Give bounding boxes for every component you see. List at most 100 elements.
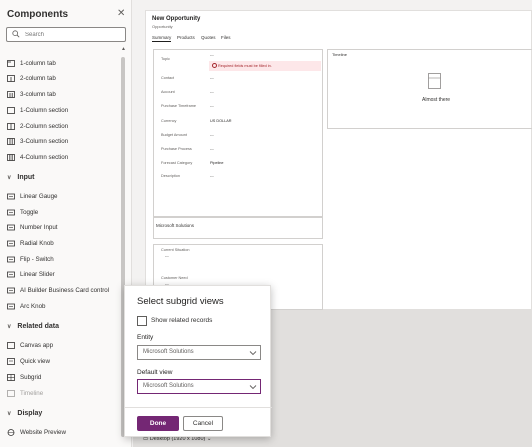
control-icon <box>7 303 15 309</box>
chevron-down-icon: ∨ <box>7 174 12 181</box>
pane-title: Components <box>7 9 69 20</box>
globe-icon <box>7 428 15 436</box>
tab-products[interactable]: Products <box>177 35 195 40</box>
component-item[interactable]: Flip - Switch <box>7 253 54 265</box>
related-data-section-header[interactable]: ∨ Related data <box>7 320 59 332</box>
field-value[interactable]: --- <box>210 76 214 80</box>
input-section-header[interactable]: ∨ Input <box>7 171 35 183</box>
section-title: Microsoft Solutions <box>156 223 195 228</box>
cancel-button[interactable]: Cancel <box>183 416 223 431</box>
summary-section[interactable]: --- Topic Required fields must be filled… <box>153 49 323 217</box>
field-value[interactable]: --- <box>210 104 214 108</box>
chevron-down-icon: ∨ <box>7 323 12 330</box>
component-item: Timeline <box>7 387 43 399</box>
field-label: Description <box>161 174 180 178</box>
field-value[interactable]: --- <box>210 133 214 137</box>
canvas-app-icon <box>7 341 15 349</box>
control-icon <box>7 240 15 246</box>
field-value[interactable]: Pipeline <box>210 161 224 165</box>
component-label: 3-Column section <box>20 137 69 145</box>
done-button[interactable]: Done <box>137 416 179 431</box>
component-label: 3-column tab <box>20 90 56 98</box>
entity-label: Entity <box>137 334 154 341</box>
timeline-icon <box>7 389 15 397</box>
field-label: Current Situation <box>161 248 190 252</box>
control-icon <box>7 193 15 199</box>
select-subgrid-views-dialog: Select subgrid views Show related record… <box>124 285 272 437</box>
default-view-dropdown[interactable]: Microsoft Solutions <box>137 379 261 394</box>
component-item[interactable]: Linear Slider <box>7 268 55 280</box>
component-item[interactable]: Website Preview <box>7 426 66 438</box>
section-2col-icon <box>7 122 15 130</box>
tab-summary[interactable]: Summary <box>152 35 172 42</box>
component-item[interactable]: 3-Column section <box>7 135 68 147</box>
component-item[interactable]: Arc Knob <box>7 300 45 312</box>
component-item[interactable]: 2-Column section <box>7 120 68 132</box>
error-text: Required fields must be filled in. <box>218 64 272 68</box>
component-item[interactable]: Linear Gauge <box>7 190 58 202</box>
component-item[interactable]: Quick view <box>7 355 50 367</box>
control-icon <box>7 287 15 293</box>
field-value[interactable]: US DOLLAR <box>210 119 232 123</box>
dialog-divider <box>125 407 272 408</box>
default-view-value: Microsoft Solutions <box>143 383 194 389</box>
show-related-records-checkbox[interactable] <box>137 316 147 326</box>
component-item[interactable]: 4-Column section <box>7 151 68 163</box>
entity-dropdown[interactable]: Microsoft Solutions <box>137 345 261 360</box>
component-item[interactable]: 1-Column section <box>7 104 68 116</box>
timeline-section[interactable]: Timeline Almost there <box>327 49 532 129</box>
component-item[interactable]: Canvas app <box>7 339 53 351</box>
field-label: Customer Need <box>161 276 188 280</box>
component-item[interactable]: 1-column tab <box>7 57 56 69</box>
tab-3col-icon <box>7 90 15 98</box>
field-label: Budget Amount <box>161 133 187 137</box>
field-value[interactable]: --- <box>165 254 169 258</box>
component-label: 1-Column section <box>20 106 69 114</box>
search-box[interactable] <box>6 27 126 42</box>
timeline-empty-message: Almost there <box>422 97 451 103</box>
show-related-records-label[interactable]: Show related records <box>151 317 212 324</box>
component-item[interactable]: AI Builder Business Card control <box>7 284 109 296</box>
tab-files[interactable]: Files <box>221 35 231 40</box>
chevron-down-icon <box>249 385 257 390</box>
section-4col-icon <box>7 153 15 161</box>
quick-view-icon <box>7 357 15 365</box>
field-label: Account <box>161 90 175 94</box>
tab-quotes[interactable]: Quotes <box>201 35 216 40</box>
document-icon <box>428 73 441 89</box>
field-label: Currency <box>161 119 177 123</box>
control-icon <box>7 209 15 215</box>
close-icon[interactable]: ✕ <box>117 8 125 19</box>
component-item[interactable]: Radial Knob <box>7 237 54 249</box>
field-value[interactable]: --- <box>210 90 214 94</box>
default-view-label: Default view <box>137 369 173 376</box>
form-subtitle: Opportunity <box>152 24 173 29</box>
component-label: 2-column tab <box>20 74 56 82</box>
form-title: New Opportunity <box>152 16 201 22</box>
scroll-up-icon[interactable]: ▲ <box>121 46 126 52</box>
error-icon <box>212 63 217 68</box>
timeline-title: Timeline <box>332 52 347 57</box>
field-value[interactable]: --- <box>210 147 214 151</box>
component-item[interactable]: Number Input <box>7 221 58 233</box>
tab-2col-icon <box>7 74 15 82</box>
chevron-down-icon <box>249 351 257 356</box>
display-section-header[interactable]: ∨ Display <box>7 407 42 419</box>
search-icon <box>12 30 20 38</box>
field-value: --- <box>210 53 214 57</box>
component-item[interactable]: 2-column tab <box>7 72 56 84</box>
field-label: Forecast Category <box>161 161 193 165</box>
section-1col-icon <box>7 106 15 114</box>
tab-1col-icon <box>7 59 15 67</box>
component-item[interactable]: Subgrid <box>7 371 41 383</box>
component-item[interactable]: Toggle <box>7 206 38 218</box>
field-label-topic: Topic <box>161 57 170 61</box>
section-3col-icon <box>7 137 15 145</box>
component-item[interactable]: 3-column tab <box>7 88 56 100</box>
chevron-down-icon: ∨ <box>7 410 12 417</box>
control-icon <box>7 271 15 277</box>
field-value[interactable]: --- <box>210 174 214 178</box>
microsoft-solutions-section[interactable]: Microsoft Solutions <box>153 217 323 239</box>
control-icon <box>7 256 15 262</box>
search-input[interactable] <box>25 29 121 40</box>
